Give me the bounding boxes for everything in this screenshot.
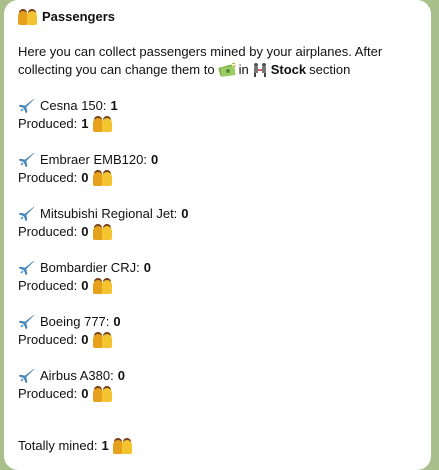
produced-row: Produced: 0	[18, 385, 417, 403]
intro-line-2: collecting you can change them to in Sto…	[18, 61, 417, 79]
plane-row: Boeing 777: 0	[18, 313, 417, 331]
money-icon	[218, 62, 236, 77]
totally-mined-row: Totally mined: 1	[18, 437, 417, 455]
airplane-icon	[18, 206, 35, 222]
totally-mined-label: Totally mined:	[18, 438, 98, 453]
produced-row: Produced: 0	[18, 331, 417, 349]
produced-label: Produced:	[18, 170, 78, 185]
intro-line-2-in: in	[238, 62, 249, 77]
produced-row: Produced: 0	[18, 169, 417, 187]
produced-label: Produced:	[18, 332, 78, 347]
intro-line-1: Here you can collect passengers mined by…	[18, 43, 417, 61]
intro-line-2-end: section	[309, 62, 351, 77]
plane-row: Embraer EMB120: 0	[18, 151, 417, 169]
passengers-icon	[92, 332, 113, 348]
title-text: Passengers	[42, 9, 115, 24]
intro-text: Here you can collect passengers mined by…	[18, 43, 417, 79]
plane-name: Mitsubishi Regional Jet:	[40, 206, 178, 221]
plane-count: 1	[110, 98, 118, 113]
produced-value: 0	[81, 224, 89, 239]
message-title: Passengers	[18, 8, 417, 26]
message-bubble: Passengers Here you can collect passenge…	[4, 0, 431, 470]
produced-row: Produced: 0	[18, 277, 417, 295]
produced-value: 1	[81, 116, 89, 131]
plane-name: Embraer EMB120:	[40, 152, 147, 167]
produced-row: Produced: 0	[18, 223, 417, 241]
plane-entry: Airbus A380: 0 Produced: 0	[18, 367, 417, 403]
plane-count: 0	[113, 314, 121, 329]
plane-count: 0	[150, 152, 159, 167]
produced-value: 0	[81, 386, 89, 401]
produced-value: 0	[81, 332, 89, 347]
airplane-icon	[18, 314, 35, 330]
passengers-icon	[92, 386, 113, 402]
produced-row: Produced: 1	[18, 115, 417, 133]
intro-line-1-text: Here you can collect passengers mined by…	[18, 44, 383, 59]
plane-name: Airbus A380:	[40, 368, 114, 383]
passengers-icon	[112, 438, 133, 454]
airplane-icon	[18, 152, 35, 168]
stock-icon	[253, 63, 266, 77]
plane-count: 0	[117, 368, 125, 383]
plane-count: 0	[143, 260, 151, 275]
plane-row: Cesna 150: 1	[18, 97, 417, 115]
passengers-icon	[92, 116, 113, 132]
plane-entry: Bombardier CRJ: 0 Produced: 0	[18, 259, 417, 295]
passengers-icon	[92, 224, 113, 240]
plane-name: Bombardier CRJ:	[40, 260, 140, 275]
intro-line-2-start: collecting you can change them to	[18, 62, 215, 77]
plane-name: Cesna 150:	[40, 98, 107, 113]
plane-count: 0	[181, 206, 189, 221]
plane-name: Boeing 777:	[40, 314, 110, 329]
airplane-icon	[18, 260, 35, 276]
plane-row: Mitsubishi Regional Jet: 0	[18, 205, 417, 223]
passengers-icon	[92, 170, 113, 186]
plane-entry: Embraer EMB120: 0 Produced: 0	[18, 151, 417, 187]
airplane-icon	[18, 368, 35, 384]
stock-link-text: Stock	[270, 62, 307, 77]
plane-entry: Mitsubishi Regional Jet: 0 Produced: 0	[18, 205, 417, 241]
produced-value: 0	[81, 170, 89, 185]
plane-row: Bombardier CRJ: 0	[18, 259, 417, 277]
plane-entry: Boeing 777: 0 Produced: 0	[18, 313, 417, 349]
produced-label: Produced:	[18, 224, 78, 239]
produced-label: Produced:	[18, 278, 78, 293]
plane-row: Airbus A380: 0	[18, 367, 417, 385]
passengers-icon	[92, 278, 113, 294]
airplane-icon	[18, 98, 35, 114]
produced-value: 0	[81, 278, 89, 293]
produced-label: Produced:	[18, 386, 78, 401]
produced-label: Produced:	[18, 116, 78, 131]
plane-entry: Cesna 150: 1 Produced: 1	[18, 97, 417, 133]
planes-list: Cesna 150: 1 Produced: 1 Embraer EMB120:…	[18, 97, 417, 403]
totally-mined-value: 1	[101, 438, 109, 453]
passengers-icon	[18, 9, 38, 25]
